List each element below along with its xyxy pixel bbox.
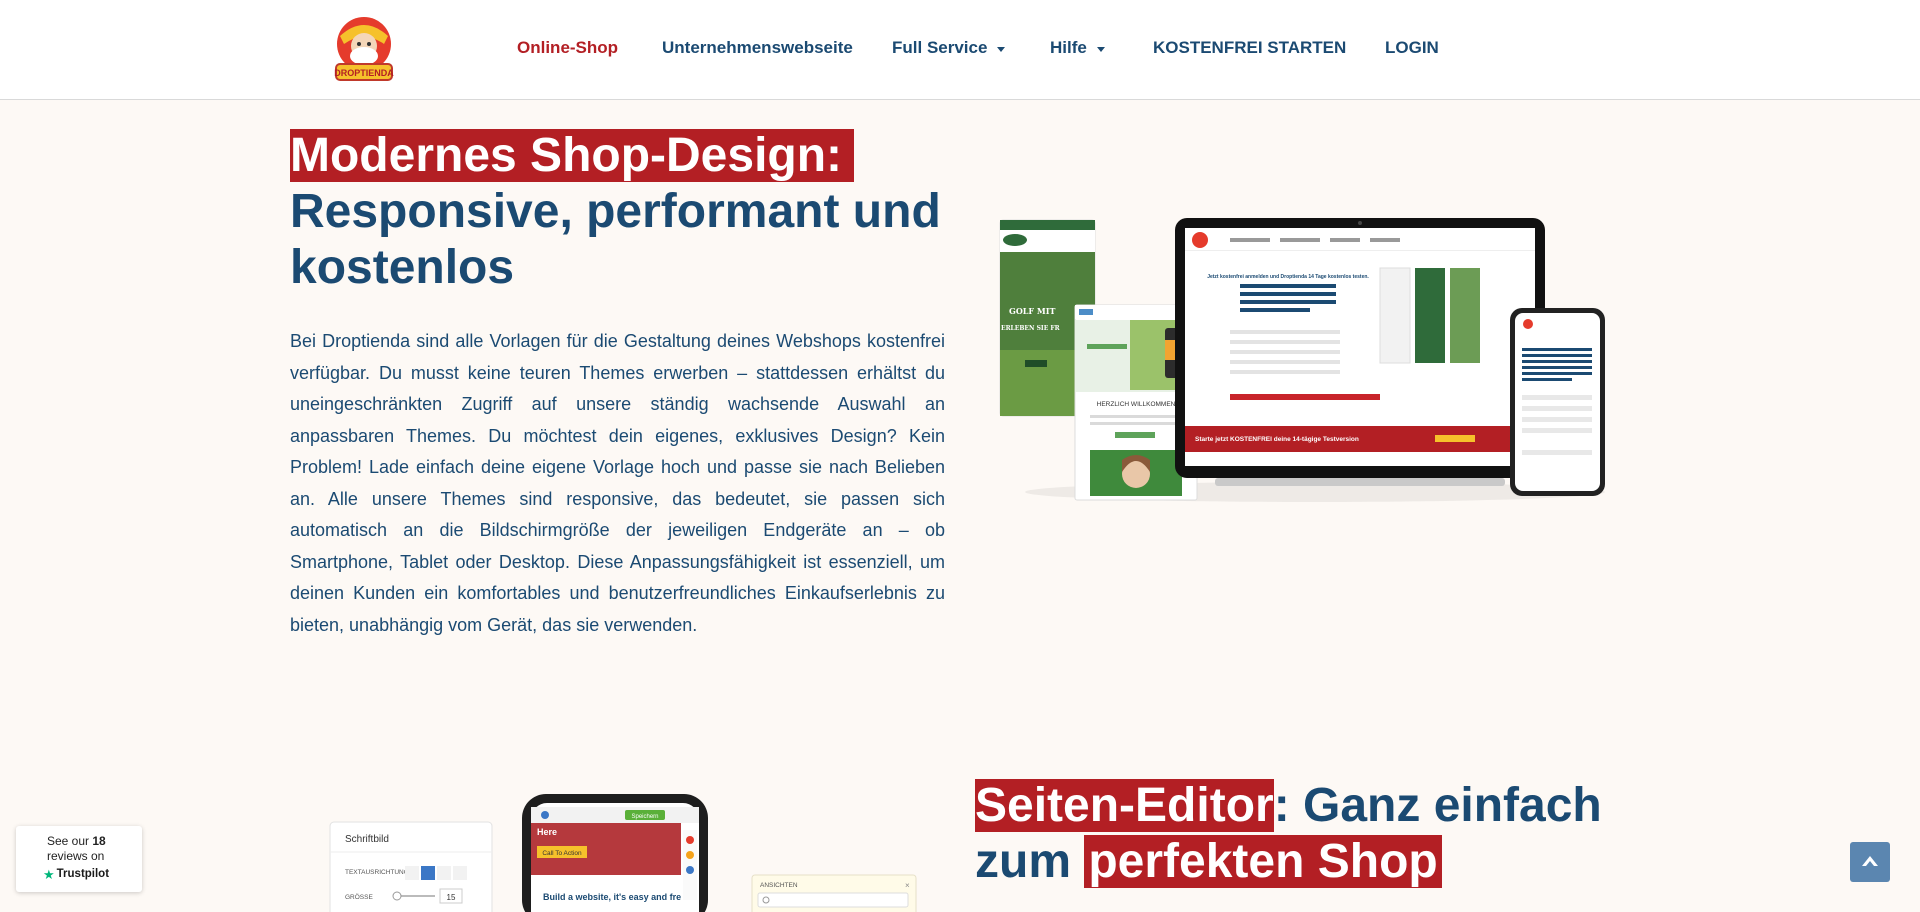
shop-design-description: Bei Droptienda sind alle Vorlagen für di… xyxy=(290,331,945,635)
droptienda-logo[interactable]: DROPTIENDA xyxy=(330,14,398,84)
phone-text: Build a website, it's easy and fre xyxy=(543,892,681,902)
title-highlight-perfekten-shop: perfekten Shop xyxy=(1084,835,1442,888)
align-label: TEXTAUSRICHTUNG xyxy=(345,869,409,876)
title-highlight: Modernes Shop-Design: xyxy=(290,129,855,182)
review-count: 18 xyxy=(92,834,106,848)
nav-label: Full Service xyxy=(892,38,988,57)
phone-mockup-right xyxy=(1510,308,1605,496)
nav-unternehmenswebseite[interactable]: Unternehmenswebseite xyxy=(662,38,853,58)
size-label: GRÖSSE xyxy=(345,893,373,901)
back-to-top-button[interactable] xyxy=(1850,842,1890,882)
tablet-subtitle: ERLEBEN SIE FR xyxy=(1001,325,1061,332)
phone-editor: Speichern Here Call To Action Build a we… xyxy=(522,794,708,912)
nav-label: LOGIN xyxy=(1385,38,1439,57)
nav-label: KOSTENFREI STARTEN xyxy=(1153,38,1347,57)
site-header: DROPTIENDA Online-Shop Unternehmenswebse… xyxy=(0,0,1920,100)
trustpilot-brand: ★ Trustpilot xyxy=(43,867,110,882)
nav-label: Unternehmenswebseite xyxy=(662,38,853,57)
title-highlight-seiten-editor: Seiten-Editor xyxy=(975,779,1274,832)
trustpilot-line2: reviews on xyxy=(47,849,105,863)
phone-cta: Call To Action xyxy=(542,850,582,857)
views-panel: ANSICHTEN × xyxy=(751,874,917,912)
caret-down-icon xyxy=(1096,47,1105,52)
tablet-title: GOLF MIT xyxy=(1009,306,1055,316)
arrow-up-icon xyxy=(1862,856,1878,866)
phone-welcome: HERZLICH WILLKOMMEN xyxy=(1097,401,1176,408)
nav-login[interactable]: LOGIN xyxy=(1385,38,1439,58)
title-rest: Responsive, performant und kostenlos xyxy=(290,185,941,294)
nav-online-shop[interactable]: Online-Shop xyxy=(517,38,618,58)
trustpilot-line1: See our 18 xyxy=(47,834,106,848)
laptop-mockup: Jetzt kostenfrei anmelden und Droptienda… xyxy=(1175,218,1545,486)
nav-kostenfrei-starten[interactable]: KOSTENFREI STARTEN xyxy=(1153,38,1346,58)
trustpilot-widget[interactable]: See our 18 reviews on ★ Trustpilot xyxy=(16,826,142,892)
section-title-seiten-editor: Seiten-Editor: Ganz einfach zum perfekte… xyxy=(975,778,1675,890)
trustpilot-star-icon: ★ xyxy=(43,867,55,882)
save-label: Speichern xyxy=(631,814,658,820)
panel-title: Schriftbild xyxy=(345,834,389,845)
logo-text: DROPTIENDA xyxy=(334,68,394,78)
nav-full-service[interactable]: Full Service xyxy=(892,38,1006,58)
nav-label: Online-Shop xyxy=(517,38,619,57)
laptop-heading: Jetzt kostenfrei anmelden und Droptienda… xyxy=(1207,274,1369,280)
laptop-banner: Starte jetzt KOSTENFREI deine 14-tägige … xyxy=(1195,436,1359,443)
phone-hero: Here xyxy=(537,827,557,837)
caret-down-icon xyxy=(997,47,1006,52)
page-editor-mockup: Schriftbild TEXTAUSRICHTUNG GRÖSSE 15 Sp… xyxy=(325,790,945,912)
responsive-devices-mockup: GOLF MIT ERLEBEN SIE FR HERZLICH WILLKOM… xyxy=(995,210,1625,510)
nav-label: Hilfe xyxy=(1050,38,1087,57)
svg-text:×: × xyxy=(905,881,910,890)
font-settings-panel: Schriftbild TEXTAUSRICHTUNG GRÖSSE 15 xyxy=(329,821,493,912)
views-title: ANSICHTEN xyxy=(760,882,798,889)
section-title-shop-design: Modernes Shop-Design: Responsive, perform… xyxy=(290,128,970,296)
nav-hilfe[interactable]: Hilfe xyxy=(1050,38,1105,58)
size-value: 15 xyxy=(447,893,456,902)
